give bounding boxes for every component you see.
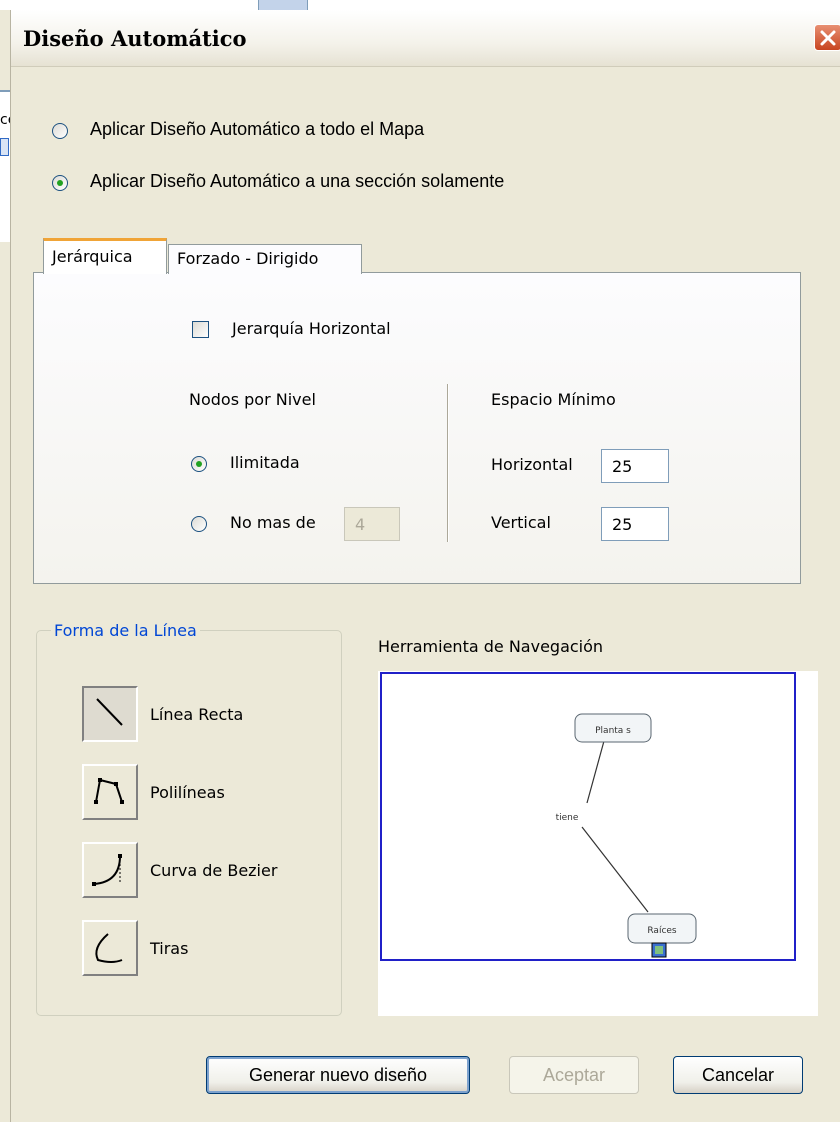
navigator-map: Planta s tiene Raíces (556, 713, 697, 958)
accept-button: Aceptar (509, 1056, 639, 1094)
tab-hierarchical[interactable]: Jerárquica (43, 238, 167, 274)
strip-label[interactable]: Tiras (150, 939, 188, 958)
max-nodes-value: 4 (355, 515, 366, 534)
close-icon (820, 30, 836, 46)
polyline-label[interactable]: Polilíneas (150, 783, 225, 802)
cancel-label: Cancelar (701, 1065, 775, 1085)
radio-unlimited[interactable] (191, 456, 207, 472)
bezier-curve-icon (92, 854, 122, 886)
radio-entire-map[interactable] (52, 123, 68, 139)
polyline-icon (94, 778, 124, 804)
tab-force-directed[interactable]: Forzado - Dirigido (168, 244, 362, 274)
straight-line-icon (96, 698, 123, 726)
accept-label: Aceptar (542, 1065, 606, 1085)
radio-unlimited-label[interactable]: Ilimitada (230, 453, 300, 472)
bezier-curve-label[interactable]: Curva de Bezier (150, 861, 277, 880)
hierarchy-tab-panel (33, 272, 801, 584)
background-scrollbar-fragment (258, 0, 308, 10)
background-window-left: ce (0, 90, 16, 242)
generate-layout-button[interactable]: Generar nuevo diseño (206, 1056, 470, 1094)
max-nodes-input: 4 (344, 507, 400, 541)
background-window-strip (0, 0, 840, 10)
tab-hierarchical-label: Jerárquica (52, 247, 133, 266)
radio-entire-map-label[interactable]: Aplicar Diseño Automático a todo el Mapa (90, 119, 424, 140)
tab-force-directed-label: Forzado - Dirigido (177, 249, 319, 268)
close-button[interactable] (814, 24, 840, 51)
strip-icon (95, 933, 123, 963)
map-node-raices-label: Raíces (647, 926, 677, 936)
straight-line-button[interactable] (82, 686, 138, 742)
min-space-horizontal-label: Horizontal (491, 455, 573, 474)
polyline-button[interactable] (82, 764, 138, 820)
strip-button[interactable] (82, 920, 138, 976)
node-resource-icon-inner (655, 946, 663, 954)
window-title: Diseño Automático (23, 26, 247, 51)
map-link-upper (586, 740, 605, 804)
horizontal-hierarchy-checkbox[interactable] (192, 321, 209, 338)
horizontal-hierarchy-label[interactable]: Jerarquía Horizontal (232, 319, 391, 338)
bezier-curve-button[interactable] (82, 842, 138, 898)
min-space-vertical-value: 25 (612, 515, 633, 534)
radio-max-nodes-label[interactable]: No mas de (230, 513, 316, 532)
nodes-per-level-title: Nodos por Nivel (189, 390, 316, 409)
radio-selected-dot (196, 461, 202, 467)
radio-max-nodes[interactable] (191, 516, 207, 532)
min-space-vertical-label: Vertical (491, 513, 551, 532)
cancel-button[interactable]: Cancelar (673, 1056, 803, 1094)
radio-section-only-label[interactable]: Aplicar Diseño Automático a una sección … (90, 171, 504, 192)
min-space-horizontal-value: 25 (612, 457, 633, 476)
radio-selected-dot (57, 180, 63, 186)
map-link-lower (581, 826, 649, 913)
line-shape-title: Forma de la Línea (51, 621, 200, 640)
navigator-title: Herramienta de Navegación (378, 637, 604, 656)
radio-section-only[interactable] (52, 175, 68, 191)
map-link-label: tiene (556, 813, 579, 823)
title-bar[interactable]: Diseño Automático (11, 10, 840, 67)
map-node-plantas-label: Planta s (595, 726, 631, 736)
section-divider (447, 384, 449, 542)
background-selected-icon (0, 138, 9, 156)
generate-layout-label: Generar nuevo diseño (248, 1065, 428, 1085)
straight-line-label[interactable]: Línea Recta (150, 705, 243, 724)
min-space-title: Espacio Mínimo (491, 390, 616, 409)
min-space-vertical-input[interactable]: 25 (601, 507, 669, 541)
min-space-horizontal-input[interactable]: 25 (601, 449, 669, 483)
